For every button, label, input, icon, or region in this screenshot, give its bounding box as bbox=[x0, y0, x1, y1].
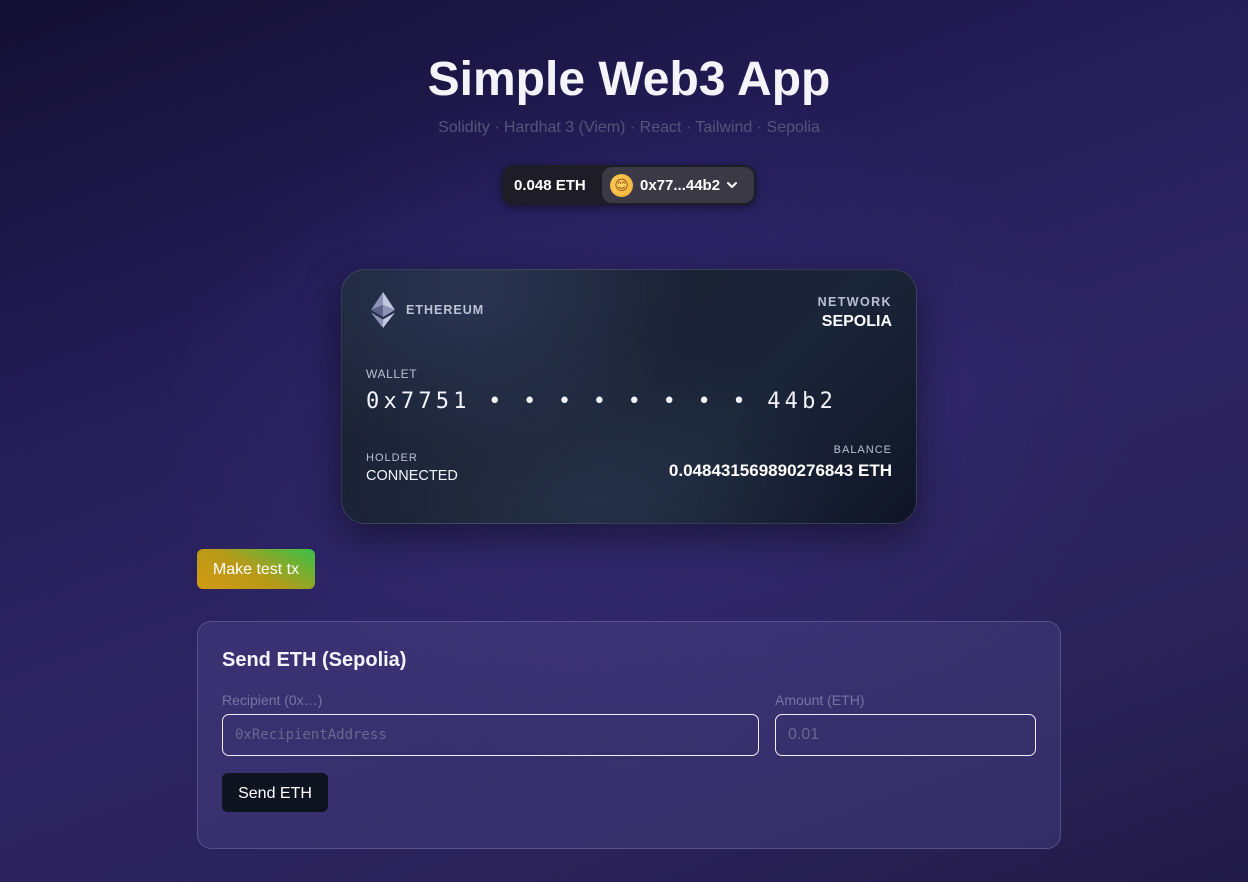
page-subtitle: Solidity · Hardhat 3 (Viem) · React · Ta… bbox=[438, 119, 820, 136]
account-button[interactable]: 😊 0x77...44b2 bbox=[602, 167, 754, 203]
holder-label: HOLDER bbox=[366, 452, 418, 464]
wallet-card: ETHEREUM NETWORK SEPOLIA WALLET 0x7751 •… bbox=[341, 269, 917, 524]
ethereum-icon bbox=[371, 292, 395, 328]
ethereum-label: ETHEREUM bbox=[406, 303, 485, 317]
amount-label: Amount (ETH) bbox=[775, 692, 865, 708]
account-address: 0x77...44b2 bbox=[640, 176, 721, 194]
send-panel-title: Send ETH (Sepolia) bbox=[222, 649, 407, 671]
send-eth-panel: Send ETH (Sepolia) Recipient (0x…) Amoun… bbox=[197, 621, 1061, 849]
wallet-label: WALLET bbox=[366, 367, 418, 381]
chevron-down-icon bbox=[727, 182, 738, 188]
network-value: SEPOLIA bbox=[821, 313, 892, 330]
page-title: Simple Web3 App bbox=[427, 53, 831, 106]
send-eth-button[interactable]: Send ETH bbox=[222, 773, 328, 812]
wallet-balance[interactable]: 0.048 ETH bbox=[502, 177, 600, 194]
make-test-tx-button[interactable]: Make test tx bbox=[197, 549, 315, 589]
recipient-input[interactable] bbox=[222, 714, 759, 756]
network-label: NETWORK bbox=[817, 295, 892, 309]
avatar: 😊 bbox=[610, 173, 633, 197]
recipient-label: Recipient (0x…) bbox=[222, 692, 323, 708]
wallet-address-masked: 0x7751 • • • • • • • • 44b2 bbox=[366, 389, 838, 414]
balance-label: BALANCE bbox=[833, 444, 892, 456]
amount-input[interactable] bbox=[775, 714, 1036, 756]
balance-value: 0.04843156989027684​3 ETH bbox=[668, 461, 892, 480]
holder-value: CONNECTED bbox=[366, 468, 458, 484]
wallet-connect-button[interactable]: 0.048 ETH 😊 0x77...44b2 bbox=[502, 165, 756, 205]
